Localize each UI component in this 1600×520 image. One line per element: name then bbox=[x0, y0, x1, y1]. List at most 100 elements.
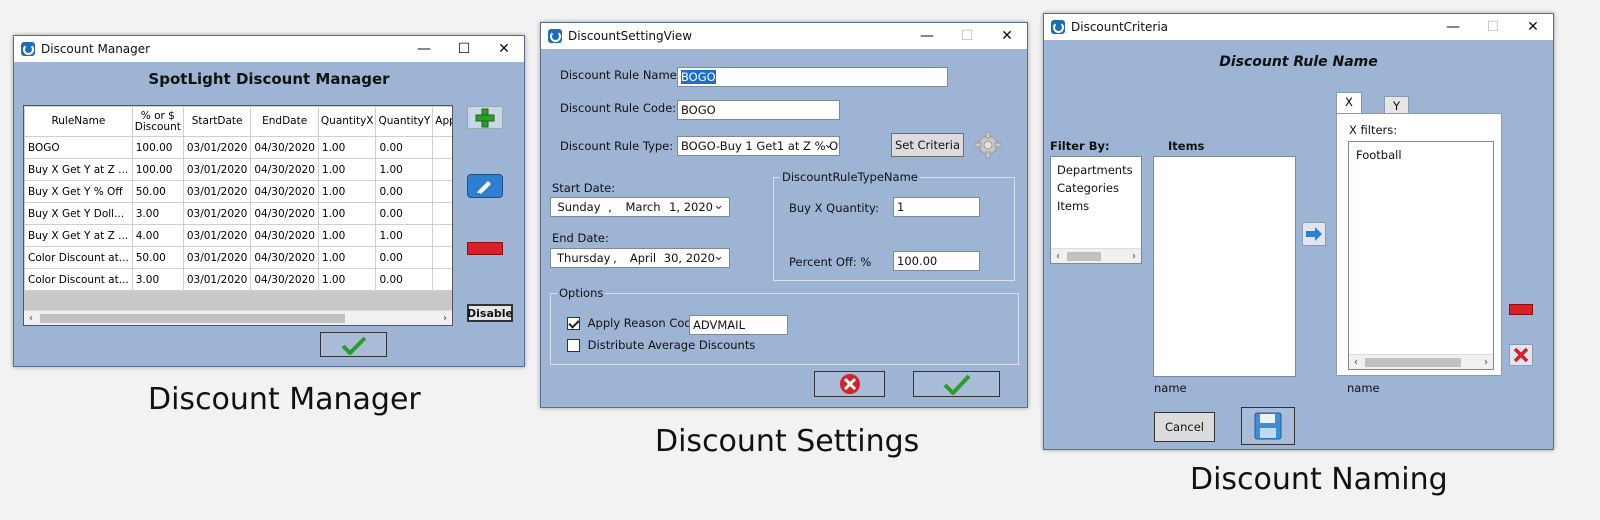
table-cell-qx[interactable]: 1.00 bbox=[317, 224, 377, 247]
set-criteria-button[interactable]: Set Criteria bbox=[891, 133, 964, 157]
close-button[interactable]: ✕ bbox=[1513, 14, 1553, 40]
table-cell-discount[interactable]: 3.00 bbox=[131, 202, 184, 225]
clear-filters-button[interactable] bbox=[1509, 344, 1533, 366]
table-row[interactable]: Buy X Get Y Doll... 3.00 03/01/2020 04/30/2… bbox=[24, 202, 452, 225]
table-cell-name[interactable]: Buy X Get Y Doll... bbox=[24, 202, 133, 225]
list-item[interactable]: Items bbox=[1057, 197, 1135, 215]
scroll-left-icon[interactable]: ‹ bbox=[24, 311, 38, 325]
table-cell-name[interactable]: Buy X Get Y at Z ... bbox=[24, 224, 133, 247]
move-right-button[interactable] bbox=[1302, 222, 1326, 246]
table-cell-name[interactable]: Buy X Get Y % Off bbox=[24, 180, 133, 203]
scroll-right-icon[interactable]: › bbox=[1479, 355, 1493, 370]
table-cell-name[interactable]: Buy X Get Y at Z ... bbox=[24, 158, 133, 181]
table-cell-start[interactable]: 03/01/2020 bbox=[182, 180, 252, 203]
list-item[interactable]: Departments bbox=[1057, 161, 1135, 179]
add-rule-button[interactable] bbox=[467, 106, 503, 129]
horizontal-scrollbar[interactable]: ‹ › bbox=[24, 310, 452, 325]
scroll-right-icon[interactable]: › bbox=[1127, 249, 1141, 264]
table-cell-qy[interactable]: 0.00 bbox=[375, 246, 434, 269]
table-cell-qy[interactable]: 1.00 bbox=[375, 224, 434, 247]
table-cell-discount[interactable]: 100.00 bbox=[131, 158, 184, 181]
start-date-picker[interactable]: Sunday , March 1, 2020 bbox=[550, 197, 730, 217]
ok-button[interactable] bbox=[913, 371, 1000, 397]
filter-by-list[interactable]: Departments Categories Items ‹ › bbox=[1050, 156, 1142, 264]
column-header[interactable]: QuantityY bbox=[375, 106, 434, 137]
rule-code-input[interactable]: BOGO bbox=[677, 100, 840, 120]
table-cell-end[interactable]: 04/30/2020 bbox=[250, 136, 319, 159]
table-cell-qy[interactable]: 1.00 bbox=[375, 158, 434, 181]
save-button[interactable] bbox=[1241, 407, 1295, 445]
table-row[interactable]: Color Discount at... 3.00 03/01/2020 04/30/… bbox=[24, 268, 452, 291]
table-cell-name[interactable]: Color Discount at... bbox=[24, 268, 133, 291]
scrollbar-thumb[interactable] bbox=[1067, 252, 1101, 261]
table-cell-end[interactable]: 04/30/2020 bbox=[250, 180, 319, 203]
column-header[interactable]: ApplyReas bbox=[432, 106, 452, 137]
x-filters-scrollbar[interactable]: ‹ › bbox=[1349, 354, 1493, 369]
table-cell-start[interactable]: 03/01/2020 bbox=[182, 224, 252, 247]
apply-reason-checkbox[interactable] bbox=[567, 317, 580, 330]
close-button[interactable]: ✕ bbox=[987, 23, 1027, 49]
table-cell-start[interactable]: 03/01/2020 bbox=[182, 136, 252, 159]
x-filters-list[interactable]: Football ‹ › bbox=[1348, 141, 1494, 370]
gear-icon[interactable] bbox=[971, 131, 1005, 159]
table-cell-name[interactable]: Color Discount at... bbox=[24, 246, 133, 269]
tab-x[interactable]: X bbox=[1336, 92, 1362, 114]
table-cell-qx[interactable]: 1.00 bbox=[317, 246, 377, 269]
table-cell-end[interactable]: 04/30/2020 bbox=[250, 202, 319, 225]
table-cell-discount[interactable]: 50.00 bbox=[131, 246, 184, 269]
table-cell-discount[interactable]: 3.00 bbox=[131, 268, 184, 291]
table-row[interactable]: Color Discount at... 50.00 03/01/2020 04/30… bbox=[24, 246, 452, 269]
column-header[interactable]: QuantityX bbox=[317, 106, 377, 137]
table-row[interactable]: Buy X Get Y at Z ... 4.00 03/01/2020 04/30/… bbox=[24, 224, 452, 247]
table-cell-qy[interactable]: 0.00 bbox=[375, 202, 434, 225]
table-cell-qy[interactable]: 0.00 bbox=[375, 268, 434, 291]
table-cell-end[interactable]: 04/30/2020 bbox=[250, 246, 319, 269]
list-item[interactable]: Categories bbox=[1057, 179, 1135, 197]
close-button[interactable]: ✕ bbox=[484, 36, 524, 62]
minimize-button[interactable]: — bbox=[907, 23, 947, 49]
table-cell-end[interactable]: 04/30/2020 bbox=[250, 158, 319, 181]
filter-scrollbar[interactable]: ‹ › bbox=[1051, 248, 1141, 263]
table-cell-end[interactable]: 04/30/2020 bbox=[250, 224, 319, 247]
rule-type-select[interactable]: BOGO-Buy 1 Get1 at Z % Off bbox=[677, 136, 840, 156]
maximize-button[interactable]: ☐ bbox=[444, 36, 484, 62]
column-header[interactable]: StartDate bbox=[182, 106, 252, 137]
table-row[interactable]: Buy X Get Y % Off 50.00 03/01/2020 04/30/20… bbox=[24, 180, 452, 203]
column-header[interactable]: EndDate bbox=[250, 106, 319, 137]
items-list[interactable] bbox=[1153, 156, 1296, 377]
table-row[interactable]: Buy X Get Y at Z ... 100.00 03/01/2020 04/3… bbox=[24, 158, 452, 181]
percent-off-input[interactable]: 100.00 bbox=[893, 251, 980, 271]
list-item[interactable]: Football bbox=[1356, 146, 1486, 164]
table-cell-discount[interactable]: 4.00 bbox=[131, 224, 184, 247]
table-cell-start[interactable]: 03/01/2020 bbox=[182, 202, 252, 225]
scrollbar-thumb[interactable] bbox=[40, 314, 345, 323]
cancel-button[interactable] bbox=[814, 371, 885, 397]
rule-name-input[interactable]: BOGO bbox=[677, 67, 948, 87]
discount-grid[interactable]: RuleName% or $ Discount StartDate EndDate Q… bbox=[23, 105, 453, 326]
remove-filter-button[interactable] bbox=[1509, 304, 1533, 315]
table-cell-qx[interactable]: 1.00 bbox=[317, 136, 377, 159]
table-cell-qy[interactable]: 0.00 bbox=[375, 136, 434, 159]
delete-rule-button[interactable] bbox=[467, 242, 503, 255]
edit-rule-button[interactable] bbox=[467, 174, 503, 198]
cancel-button[interactable]: Cancel bbox=[1154, 412, 1215, 442]
scroll-left-icon[interactable]: ‹ bbox=[1349, 355, 1363, 370]
table-cell-qx[interactable]: 1.00 bbox=[317, 158, 377, 181]
disable-button[interactable]: Disable bbox=[467, 304, 513, 322]
minimize-button[interactable]: — bbox=[1433, 14, 1473, 40]
minimize-button[interactable]: — bbox=[404, 36, 444, 62]
table-cell-start[interactable]: 03/01/2020 bbox=[182, 246, 252, 269]
scroll-right-icon[interactable]: › bbox=[438, 311, 452, 325]
table-cell-qx[interactable]: 1.00 bbox=[317, 268, 377, 291]
table-row[interactable]: BOGO 100.00 03/01/2020 04/30/2020 1.00 0.00 bbox=[24, 136, 452, 159]
scroll-left-icon[interactable]: ‹ bbox=[1051, 249, 1065, 264]
table-cell-end[interactable]: 04/30/2020 bbox=[250, 268, 319, 291]
table-cell-name[interactable]: BOGO bbox=[24, 136, 133, 159]
buy-x-input[interactable]: 1 bbox=[893, 197, 980, 217]
table-cell-qx[interactable]: 1.00 bbox=[317, 180, 377, 203]
table-cell-qx[interactable]: 1.00 bbox=[317, 202, 377, 225]
tab-y[interactable]: Y bbox=[1384, 96, 1410, 114]
table-cell-qy[interactable]: 0.00 bbox=[375, 180, 434, 203]
reason-code-input[interactable]: ADVMAIL bbox=[689, 315, 788, 335]
column-header[interactable]: % or $ Discount bbox=[131, 106, 184, 137]
